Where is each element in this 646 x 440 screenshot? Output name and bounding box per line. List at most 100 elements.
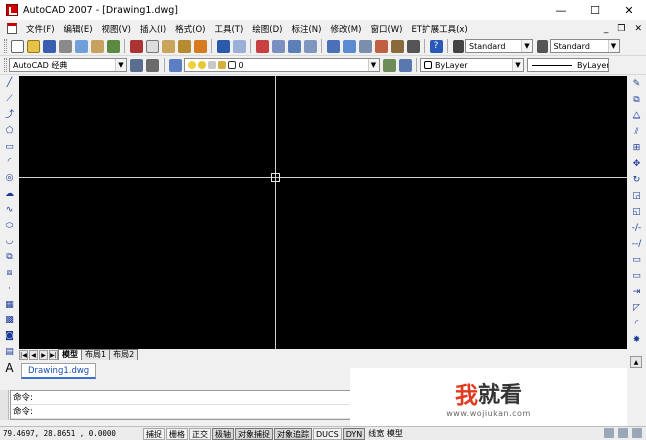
linetype-select[interactable]: ByLayer [527, 58, 609, 72]
sheet-set-icon[interactable] [374, 39, 388, 53]
arc-icon[interactable]: ◜ [3, 156, 16, 169]
spline-icon[interactable]: ∿ [3, 204, 16, 217]
tab-layout2[interactable]: 布局2 [109, 349, 139, 360]
dimension-style-select[interactable]: Standard ▼ [549, 39, 620, 53]
tab-layout1[interactable]: 布局1 [81, 349, 111, 360]
construction-line-icon[interactable]: ⟋ [3, 93, 16, 106]
doc-minimize-button[interactable]: _ [604, 24, 609, 34]
minimize-button[interactable]: — [544, 0, 578, 20]
dyn-toggle[interactable]: DYN [342, 427, 366, 440]
save-icon[interactable] [42, 39, 56, 53]
toolbar-grip[interactable] [4, 39, 7, 53]
lock-icon[interactable] [604, 428, 614, 438]
plot-preview-icon[interactable] [74, 39, 88, 53]
workspace-settings-icon[interactable] [130, 58, 143, 72]
tab-drawing1[interactable]: Drawing1.dwg [21, 363, 97, 379]
menu-insert[interactable]: 插入(I) [135, 23, 170, 35]
chevron-down-icon[interactable]: ▼ [521, 40, 532, 52]
menu-express-tools[interactable]: ET扩展工具(x) [407, 23, 472, 35]
undo-icon[interactable] [216, 39, 230, 53]
menu-edit[interactable]: 编辑(E) [59, 23, 97, 35]
3d-dwf-icon[interactable] [106, 39, 120, 53]
toolbar-grip[interactable] [4, 58, 7, 72]
document-icon[interactable] [7, 23, 17, 34]
last-layout-button[interactable]: ▶| [49, 350, 58, 360]
zoom-previous-icon[interactable] [303, 39, 317, 53]
erase-icon[interactable]: ✎ [630, 78, 643, 91]
explode-icon[interactable]: ✸ [630, 334, 643, 347]
offset-icon[interactable]: ⫽ [630, 126, 643, 139]
zoom-realtime-icon[interactable] [271, 39, 285, 53]
layer-viewport-icon[interactable] [207, 61, 216, 69]
help-icon[interactable]: ? [429, 39, 443, 53]
ducs-toggle[interactable]: DUCS [313, 427, 342, 440]
array-icon[interactable]: ⊞ [630, 142, 643, 155]
color-select[interactable]: ByLayer ▼ [420, 58, 524, 72]
mirror-icon[interactable]: ⧋ [630, 110, 643, 123]
workspace-select[interactable]: AutoCAD 经典 ▼ [9, 58, 127, 72]
region-icon[interactable]: ◙ [3, 330, 16, 343]
menu-modify[interactable]: 修改(M) [325, 23, 365, 35]
layer-manager-icon[interactable] [169, 58, 182, 72]
ortho-toggle[interactable]: 正交 [189, 427, 211, 440]
break-at-point-icon[interactable]: ▭ [630, 254, 643, 267]
make-block-icon[interactable]: ⧈ [3, 267, 16, 280]
doc-close-button[interactable]: ✕ [634, 24, 642, 34]
chevron-down-icon[interactable]: ▼ [512, 59, 523, 71]
properties-icon[interactable] [326, 39, 340, 53]
chevron-down-icon[interactable]: ▼ [367, 59, 379, 71]
lightbulb-icon[interactable] [187, 61, 196, 69]
chevron-down-icon[interactable]: ▼ [607, 40, 619, 52]
markup-icon[interactable] [390, 39, 404, 53]
tab-model[interactable]: 模型 [58, 349, 82, 360]
circle-icon[interactable]: ◎ [3, 172, 16, 185]
grid-toggle[interactable]: 栅格 [166, 427, 188, 440]
extend-icon[interactable]: --/ [630, 238, 643, 251]
lock-icon[interactable] [217, 61, 226, 69]
publish-icon[interactable] [90, 39, 104, 53]
paste-icon[interactable] [161, 39, 175, 53]
previous-layout-button[interactable]: ◀ [29, 350, 38, 360]
design-center-icon[interactable] [342, 39, 356, 53]
insert-block-icon[interactable]: ⧉ [3, 251, 16, 264]
block-editor-icon[interactable] [193, 39, 207, 53]
ellipse-icon[interactable]: ⬭ [3, 220, 16, 233]
command-input-line[interactable]: 命令: [11, 405, 359, 419]
rotate-icon[interactable]: ↻ [630, 174, 643, 187]
coordinate-readout[interactable]: 79.4697, 28.8651 , 0.0000 [3, 428, 143, 440]
snap-toggle[interactable]: 捕捉 [143, 427, 165, 440]
break-icon[interactable]: ▭ [630, 270, 643, 283]
menu-view[interactable]: 视图(V) [97, 23, 135, 35]
hatch-icon[interactable]: ▦ [3, 299, 16, 312]
polygon-icon[interactable]: ⬠ [3, 125, 16, 138]
cut-icon[interactable] [129, 39, 143, 53]
move-icon[interactable]: ✥ [630, 158, 643, 171]
join-icon[interactable]: ⇥ [630, 286, 643, 299]
close-button[interactable]: ✕ [612, 0, 646, 20]
copy-icon[interactable] [145, 39, 159, 53]
customize-icon[interactable] [146, 58, 159, 72]
text-style-select[interactable]: Standard ▼ [465, 39, 533, 53]
clean-screen-icon[interactable] [632, 428, 642, 438]
sun-icon[interactable] [197, 61, 206, 69]
make-object-layer-current-icon[interactable] [382, 58, 396, 72]
menu-dimension[interactable]: 标注(N) [286, 23, 325, 35]
next-layout-button[interactable]: ▶ [39, 350, 48, 360]
scale-icon[interactable]: ◲ [630, 190, 643, 203]
table-icon[interactable]: ▤ [3, 346, 16, 359]
open-folder-icon[interactable] [26, 39, 40, 53]
command-window-grip[interactable] [0, 390, 9, 420]
drawing-canvas[interactable] [19, 76, 627, 349]
layer-select[interactable]: 0 ▼ [183, 58, 380, 72]
redo-icon[interactable] [232, 39, 246, 53]
menu-tools[interactable]: 工具(T) [209, 23, 247, 35]
lineweight-model-toggle[interactable]: 线宽 模型 [368, 428, 403, 439]
otrack-toggle[interactable]: 对象追踪 [274, 427, 312, 440]
copy-object-icon[interactable]: ⧉ [630, 94, 643, 107]
calculator-icon[interactable] [406, 39, 420, 53]
zoom-window-icon[interactable] [287, 39, 301, 53]
menu-format[interactable]: 格式(O) [170, 23, 209, 35]
pan-icon[interactable] [255, 39, 269, 53]
layer-previous-icon[interactable] [398, 58, 412, 72]
doc-restore-button[interactable]: ❐ [617, 24, 625, 34]
